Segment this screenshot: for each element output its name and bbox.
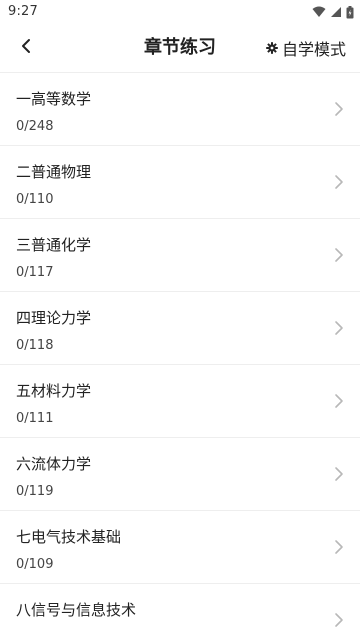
chapter-name: 三普通化学 [16,236,92,254]
chapter-item[interactable]: 三普通化学 0/117 [0,219,360,292]
chapter-name: 四理论力学 [16,309,92,327]
chapter-progress: 0/118 [16,338,54,353]
chevron-left-icon [20,38,32,58]
chapter-progress: 0/119 [16,484,54,499]
chapter-item[interactable]: 四理论力学 0/118 [0,292,360,365]
chapter-name: 六流体力学 [16,455,92,473]
chapter-name: 二普通物理 [16,163,92,181]
chapter-name: 一高等数学 [16,90,92,108]
status-bar: 9:27 [0,0,360,24]
chapter-list: 一高等数学 0/248 二普通物理 0/110 三普通化学 0/117 四理论力… [0,73,360,640]
chapter-name: 五材料力学 [16,382,92,400]
chevron-right-icon [335,613,343,627]
back-button[interactable] [8,32,44,64]
chapter-item[interactable]: 一高等数学 0/248 [0,73,360,146]
chapter-name: 八信号与信息技术 [16,601,137,619]
wifi-icon [312,6,326,18]
chapter-item[interactable]: 五材料力学 0/111 [0,365,360,438]
chapter-progress: 0/110 [16,192,54,207]
chevron-right-icon [335,175,343,189]
chevron-right-icon [335,467,343,481]
signal-icon [330,6,342,18]
self-study-mode-button[interactable]: 自学模式 [266,24,346,72]
chapter-item[interactable]: 七电气技术基础 0/109 [0,511,360,584]
chevron-right-icon [335,540,343,554]
chapter-progress: 0/109 [16,557,54,572]
status-time: 9:27 [8,4,38,19]
screen: 9:27 章节练习 自学模式 一高等数学 0/248 二普通物理 0/110 三… [0,0,360,640]
status-icons [312,5,354,19]
chevron-right-icon [335,248,343,262]
header: 章节练习 自学模式 [0,24,360,73]
self-study-mode-label: 自学模式 [281,40,346,59]
chevron-right-icon [335,102,343,116]
chapter-progress: 0/111 [16,411,54,426]
battery-icon [346,5,354,19]
chapter-progress: 0/248 [16,119,54,134]
gear-icon [266,39,278,58]
chapter-progress: 0/117 [16,265,54,280]
chevron-right-icon [335,394,343,408]
chapter-item[interactable]: 六流体力学 0/119 [0,438,360,511]
chapter-name: 七电气技术基础 [16,528,122,546]
chevron-right-icon [335,321,343,335]
chapter-item[interactable]: 二普通物理 0/110 [0,146,360,219]
chapter-item[interactable]: 八信号与信息技术 [0,584,360,640]
